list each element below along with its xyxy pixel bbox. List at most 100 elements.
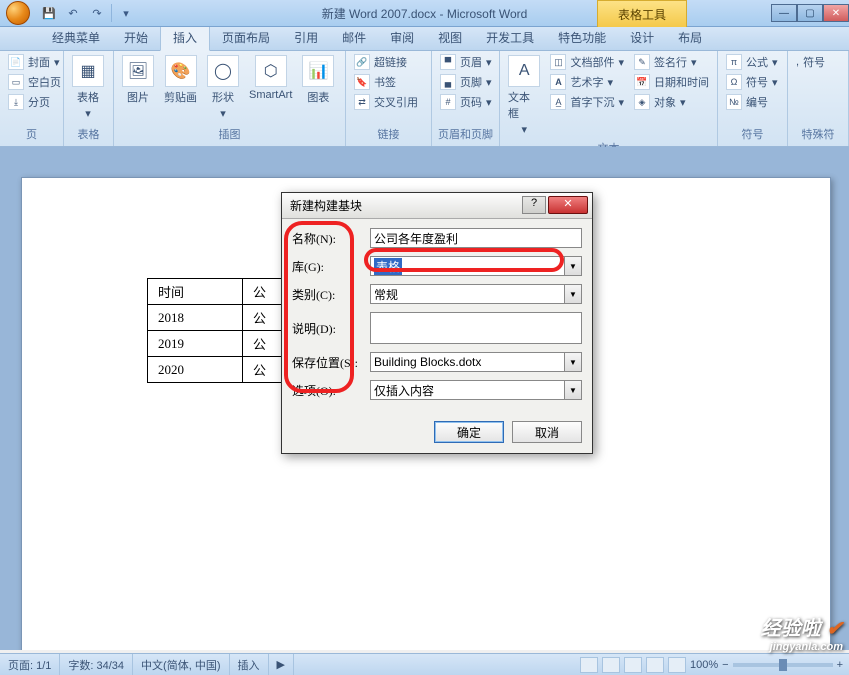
chart-button[interactable]: 📊图表 xyxy=(298,53,338,107)
maximize-button[interactable]: ▢ xyxy=(797,4,823,22)
redo-icon[interactable]: ↷ xyxy=(87,3,107,23)
ok-button[interactable]: 确定 xyxy=(434,421,504,443)
status-page[interactable]: 页面: 1/1 xyxy=(0,654,60,675)
group-illustrations: 🖼图片 🎨剪贴画 ◯形状▾ ⬡SmartArt 📊图表 插图 xyxy=(114,51,346,146)
crossref-button[interactable]: ⇄交叉引用 xyxy=(350,93,422,111)
datetime-button[interactable]: 📅日期和时间 xyxy=(630,73,713,91)
header-icon: ▀ xyxy=(440,54,456,70)
footer-button[interactable]: ▄页脚 ▾ xyxy=(436,73,496,91)
dialog-title-bar[interactable]: 新建构建基块 ? ✕ xyxy=(282,193,592,219)
savein-label: 保存位置(S): xyxy=(292,354,370,371)
group-special: , 符号 特殊符 xyxy=(788,51,849,146)
clipart-button[interactable]: 🎨剪贴画 xyxy=(160,53,201,107)
symbol-icon: Ω xyxy=(726,74,742,90)
dropdown-arrow-icon[interactable]: ▼ xyxy=(564,285,581,303)
header-button[interactable]: ▀页眉 ▾ xyxy=(436,53,496,71)
page-break-button[interactable]: ⤓分页 xyxy=(4,93,65,111)
chart-icon: 📊 xyxy=(302,55,334,87)
tab-references[interactable]: 引用 xyxy=(282,25,330,50)
tab-view[interactable]: 视图 xyxy=(426,25,474,50)
signature-icon: ✎ xyxy=(634,54,650,70)
tab-insert[interactable]: 插入 xyxy=(160,24,210,51)
dropdown-arrow-icon[interactable]: ▼ xyxy=(564,381,581,399)
hyperlink-button[interactable]: 🔗超链接 xyxy=(350,53,422,71)
close-button[interactable]: ✕ xyxy=(823,4,849,22)
tab-design[interactable]: 设计 xyxy=(618,25,666,50)
category-select[interactable]: 常规▼ xyxy=(370,284,582,304)
textbox-button[interactable]: A文本框▾ xyxy=(504,53,544,138)
picture-icon: 🖼 xyxy=(122,55,154,87)
dropdown-arrow-icon[interactable]: ▼ xyxy=(564,353,581,371)
number-button[interactable]: №编号 xyxy=(722,93,782,111)
options-select[interactable]: 仅插入内容▼ xyxy=(370,380,582,400)
signature-button[interactable]: ✎签名行 ▾ xyxy=(630,53,713,71)
symbol-button[interactable]: Ω符号 ▾ xyxy=(722,73,782,91)
savein-select[interactable]: Building Blocks.dotx▼ xyxy=(370,352,582,372)
view-fullscreen[interactable] xyxy=(602,657,620,673)
zoom-in-button[interactable]: + xyxy=(837,659,843,671)
pagenum-button[interactable]: #页码 ▾ xyxy=(436,93,496,111)
description-label: 说明(D): xyxy=(292,320,370,337)
group-header-footer: ▀页眉 ▾ ▄页脚 ▾ #页码 ▾ 页眉和页脚 xyxy=(432,51,500,146)
dialog-help-button[interactable]: ? xyxy=(522,196,546,214)
special-symbol-button[interactable]: , 符号 xyxy=(792,53,829,71)
shapes-button[interactable]: ◯形状▾ xyxy=(203,53,243,122)
ribbon-tabs: 经典菜单 开始 插入 页面布局 引用 邮件 审阅 视图 开发工具 特色功能 设计… xyxy=(0,27,849,51)
tab-special[interactable]: 特色功能 xyxy=(546,25,618,50)
dropcap-icon: A̲ xyxy=(550,94,566,110)
table-button[interactable]: ▦表格▾ xyxy=(68,53,108,122)
status-macro-icon[interactable]: ▶ xyxy=(269,654,294,675)
cover-page-button[interactable]: 📄封面 ▾ xyxy=(4,53,65,71)
gallery-select[interactable]: 表格▼ xyxy=(370,256,582,276)
undo-icon[interactable]: ↶ xyxy=(63,3,83,23)
status-mode[interactable]: 插入 xyxy=(230,654,269,675)
wordart-icon: 𝐀 xyxy=(550,74,566,90)
bookmark-button[interactable]: 🔖书签 xyxy=(350,73,422,91)
smartart-button[interactable]: ⬡SmartArt xyxy=(245,53,296,103)
tab-layout[interactable]: 布局 xyxy=(666,25,714,50)
qat-dropdown-icon[interactable]: ▾ xyxy=(116,3,136,23)
wordart-button[interactable]: 𝐀艺术字 ▾ xyxy=(546,73,628,91)
tab-mailings[interactable]: 邮件 xyxy=(330,25,378,50)
tab-review[interactable]: 审阅 xyxy=(378,25,426,50)
quick-access-toolbar: 💾 ↶ ↷ ▾ xyxy=(39,3,136,23)
status-bar: 页面: 1/1 字数: 34/34 中文(简体, 中国) 插入 ▶ 100% −… xyxy=(0,653,849,675)
zoom-out-button[interactable]: − xyxy=(722,659,728,671)
tab-developer[interactable]: 开发工具 xyxy=(474,25,546,50)
blank-page-button[interactable]: ▭空白页 xyxy=(4,73,65,91)
picture-button[interactable]: 🖼图片 xyxy=(118,53,158,107)
tab-classic[interactable]: 经典菜单 xyxy=(40,25,112,50)
equation-button[interactable]: π公式 ▾ xyxy=(722,53,782,71)
view-outline[interactable] xyxy=(646,657,664,673)
save-icon[interactable]: 💾 xyxy=(39,3,59,23)
name-input[interactable] xyxy=(370,228,582,248)
quickparts-button[interactable]: ◫文档部件 ▾ xyxy=(546,53,628,71)
dropcap-button[interactable]: A̲首字下沉 ▾ xyxy=(546,93,628,111)
clipart-icon: 🎨 xyxy=(165,55,197,87)
dialog-close-button[interactable]: ✕ xyxy=(548,196,588,214)
view-print-layout[interactable] xyxy=(580,657,598,673)
zoom-slider[interactable] xyxy=(733,663,833,667)
minimize-button[interactable]: — xyxy=(771,4,797,22)
tab-pagelayout[interactable]: 页面布局 xyxy=(210,25,282,50)
coverpage-icon: 📄 xyxy=(8,54,24,70)
smartart-icon: ⬡ xyxy=(255,55,287,87)
group-text: A文本框▾ ◫文档部件 ▾ 𝐀艺术字 ▾ A̲首字下沉 ▾ ✎签名行 ▾ 📅日期… xyxy=(500,51,718,146)
blankpage-icon: ▭ xyxy=(8,74,24,90)
status-language[interactable]: 中文(简体, 中国) xyxy=(133,654,229,675)
name-label: 名称(N): xyxy=(292,230,370,247)
create-building-block-dialog: 新建构建基块 ? ✕ 名称(N): 库(G): 表格▼ 类别(C): 常规▼ 说… xyxy=(281,192,593,454)
description-input[interactable] xyxy=(370,312,582,344)
crossref-icon: ⇄ xyxy=(354,94,370,110)
view-draft[interactable] xyxy=(668,657,686,673)
dropdown-arrow-icon[interactable]: ▼ xyxy=(564,257,581,275)
zoom-level[interactable]: 100% xyxy=(690,659,718,671)
status-words[interactable]: 字数: 34/34 xyxy=(60,654,133,675)
quickparts-icon: ◫ xyxy=(550,54,566,70)
options-label: 选项(O): xyxy=(292,382,370,399)
object-button[interactable]: ◈对象 ▾ xyxy=(630,93,713,111)
office-button[interactable] xyxy=(3,0,33,27)
tab-home[interactable]: 开始 xyxy=(112,25,160,50)
view-web[interactable] xyxy=(624,657,642,673)
cancel-button[interactable]: 取消 xyxy=(512,421,582,443)
